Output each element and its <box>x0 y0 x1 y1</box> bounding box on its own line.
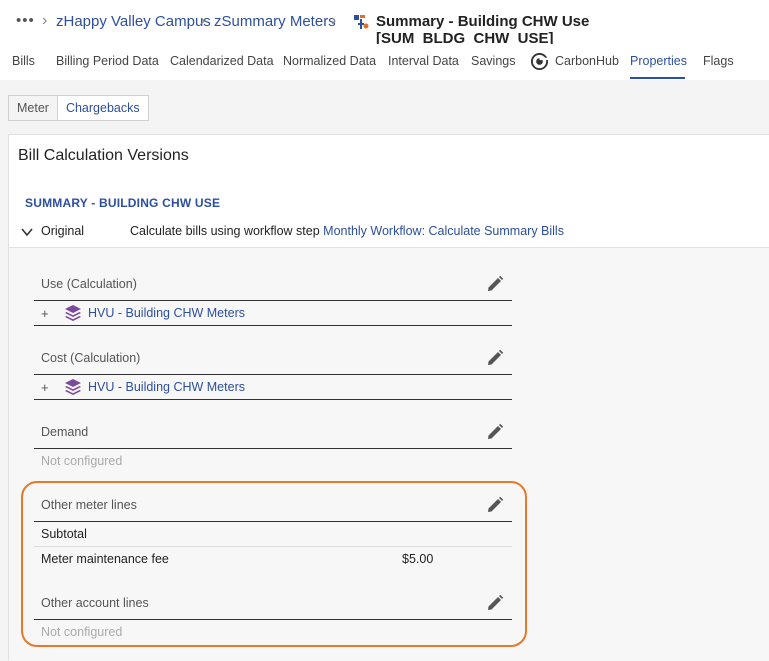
pencil-icon[interactable] <box>486 423 504 441</box>
subtab-bar: Meter Chargebacks <box>8 95 149 121</box>
chevron-right-icon: › <box>200 12 206 29</box>
tab-billing-period-data[interactable]: Billing Period Data <box>56 54 159 68</box>
pencil-icon[interactable] <box>486 275 504 293</box>
version-name: Original <box>41 224 85 238</box>
breadcrumb: ••• › zHappy Valley Campus › zSummary Me… <box>0 0 769 47</box>
cost-label: Cost (Calculation) <box>41 351 141 365</box>
chevron-right-icon: › <box>331 12 337 29</box>
breadcrumb-link-campus[interactable]: zHappy Valley Campus <box>56 13 211 30</box>
breadcrumb-link-summary-meters[interactable]: zSummary Meters <box>214 13 336 30</box>
divider <box>34 300 512 301</box>
version-desc-text: Calculate bills using workflow step <box>130 224 320 238</box>
tab-bills[interactable]: Bills <box>12 54 35 68</box>
divider <box>34 325 512 326</box>
section-title: SUMMARY - BUILDING CHW USE <box>25 196 221 210</box>
expand-icon[interactable]: + <box>41 380 49 395</box>
layers-icon <box>65 379 81 395</box>
pencil-icon[interactable] <box>486 349 504 367</box>
more-icon[interactable]: ••• <box>16 12 35 29</box>
cost-calculation-link[interactable]: HVU - Building CHW Meters <box>88 380 245 394</box>
tab-calendarized-data[interactable]: Calendarized Data <box>170 54 274 68</box>
tab-normalized-data[interactable]: Normalized Data <box>283 54 376 68</box>
chevron-right-icon: › <box>42 12 48 29</box>
expand-icon[interactable]: + <box>41 306 49 321</box>
page-title: Summary - Building CHW Use [SUM_BLDG_CHW… <box>376 13 590 47</box>
demand-label: Demand <box>41 425 89 439</box>
tab-carbonhub[interactable]: CarbonHub <box>555 54 619 68</box>
tab-flags[interactable]: Flags <box>703 54 734 68</box>
active-tab-indicator <box>630 77 685 79</box>
use-calculation-link[interactable]: HVU - Building CHW Meters <box>88 306 245 320</box>
demand-status: Not configured <box>41 454 123 468</box>
workflow-link[interactable]: Monthly Workflow: Calculate Summary Bill… <box>323 224 564 238</box>
chevron-down-icon[interactable] <box>21 226 33 238</box>
subtab-chargebacks[interactable]: Chargebacks <box>57 95 149 121</box>
tab-interval-data[interactable]: Interval Data <box>388 54 459 68</box>
version-row[interactable]: Original Calculate bills using workflow … <box>9 221 769 247</box>
divider <box>34 374 512 375</box>
version-description: Calculate bills using workflow step Mont… <box>130 224 564 238</box>
tab-bar: Bills Billing Period Data Calendarized D… <box>0 44 769 80</box>
subtab-meter[interactable]: Meter <box>8 95 58 121</box>
card-title: Bill Calculation Versions <box>18 147 189 164</box>
divider <box>34 399 512 400</box>
highlight-annotation <box>21 481 527 647</box>
tab-properties[interactable]: Properties <box>630 54 687 68</box>
layers-icon <box>65 305 81 321</box>
tab-savings[interactable]: Savings <box>471 54 515 68</box>
use-label: Use (Calculation) <box>41 277 137 291</box>
carbonhub-icon <box>530 52 549 71</box>
meter-icon <box>354 15 369 29</box>
divider <box>34 448 512 449</box>
